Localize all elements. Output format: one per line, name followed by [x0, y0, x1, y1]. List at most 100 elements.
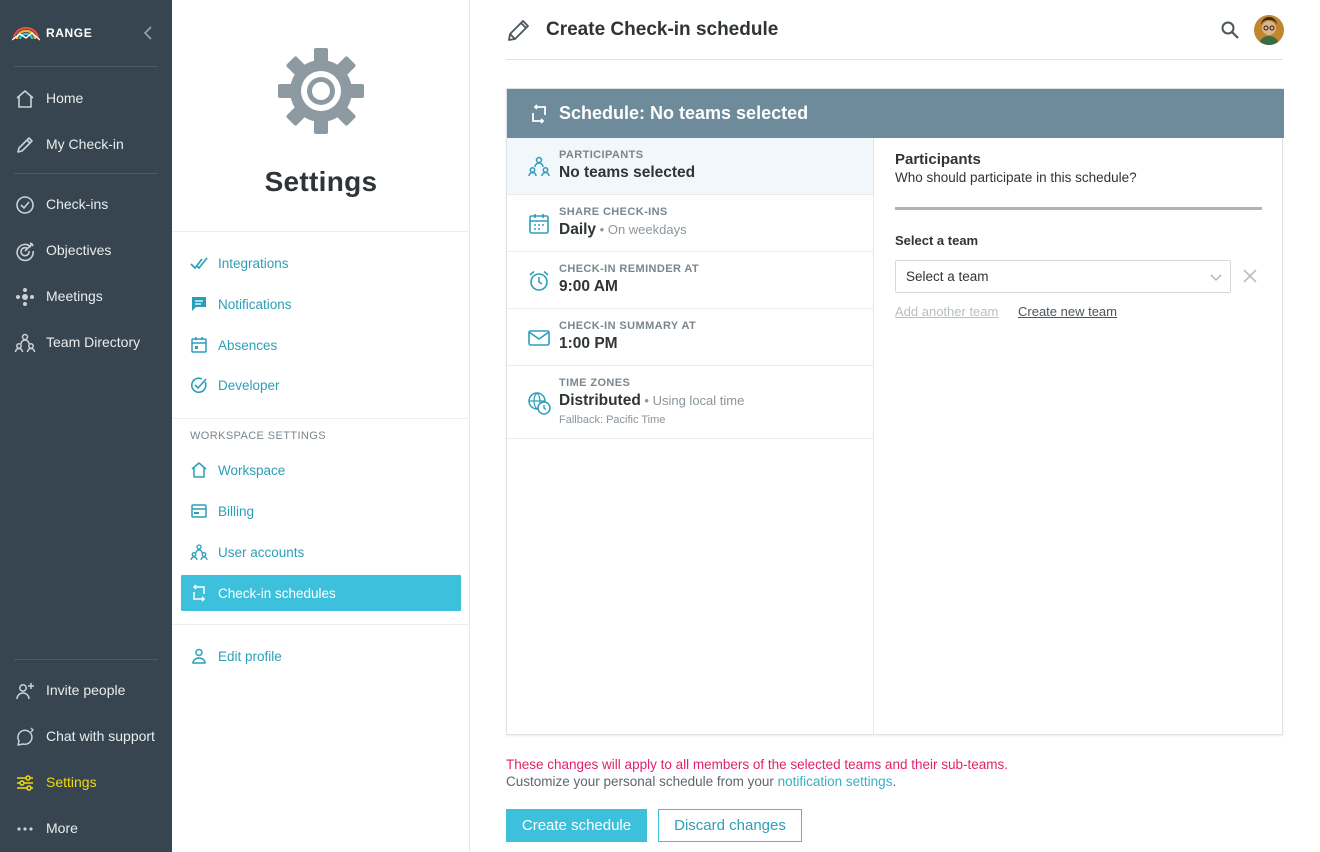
pencil-icon — [17, 137, 33, 153]
customize-info-text: Customize your personal schedule from yo… — [506, 774, 896, 789]
step-value: Distributed • Using local time — [559, 392, 744, 410]
collapse-sidebar-icon[interactable] — [140, 24, 156, 42]
step-caption: PARTICIPANTS — [559, 149, 644, 161]
nav-item-check-ins[interactable]: Check-ins — [0, 186, 172, 222]
sliders-icon — [17, 775, 33, 791]
discard-changes-button[interactable]: Discard changes — [658, 809, 802, 842]
schedule-banner-title: Schedule: No teams selected — [559, 103, 809, 123]
nav-item-objectives[interactable]: Objectives — [0, 232, 172, 268]
settings-item-label: Edit profile — [218, 648, 282, 664]
nav-item-label: Meetings — [46, 288, 103, 304]
team-select[interactable]: Select a team — [895, 260, 1231, 293]
nav-item-my-check-in[interactable]: My Check-in — [0, 126, 172, 162]
apply-warning-text: These changes will apply to all members … — [506, 757, 1008, 772]
nav-divider — [14, 66, 158, 67]
settings-item-label: Billing — [218, 503, 255, 519]
step-check-in-summary[interactable]: CHECK-IN SUMMARY AT 1:00 PM — [507, 309, 873, 366]
settings-title: Settings — [264, 166, 378, 197]
settings-item-label: Integrations — [218, 255, 289, 271]
target-icon — [16, 242, 34, 262]
nav-item-chat-with-support[interactable]: Chat with support — [0, 718, 172, 754]
settings-item-absences[interactable]: Absences — [181, 327, 461, 363]
step-check-in-reminder[interactable]: CHECK-IN REMINDER AT 9:00 AM — [507, 252, 873, 309]
nav-item-home[interactable]: Home — [0, 80, 172, 116]
settings-item-check-in-schedules[interactable]: Check-in schedules — [181, 575, 461, 611]
settings-item-user-accounts[interactable]: User accounts — [181, 534, 461, 570]
avatar-image-icon — [1254, 15, 1284, 45]
close-icon[interactable] — [1243, 269, 1257, 283]
nav-item-label: Objectives — [46, 242, 112, 258]
step-participants[interactable]: PARTICIPANTS No teams selected — [507, 138, 873, 195]
step-share-check-ins[interactable]: SHARE CHECK-INS Daily • On weekdays — [507, 195, 873, 252]
settings-item-billing[interactable]: Billing — [181, 493, 461, 529]
team-icon — [190, 544, 208, 561]
main-content: Create Check-in schedule Schedule: No te… — [470, 0, 1320, 852]
home-icon — [191, 462, 207, 478]
nav-item-label: More — [46, 820, 78, 836]
settings-item-integrations[interactable]: Integrations — [181, 245, 461, 281]
header-divider — [506, 59, 1283, 60]
settings-item-notifications[interactable]: Notifications — [181, 286, 461, 322]
participants-pane: Participants Who should participate in t… — [895, 138, 1263, 735]
settings-item-edit-profile[interactable]: Edit profile — [181, 638, 461, 674]
schedule-icon — [192, 584, 206, 602]
nav-item-settings[interactable]: Settings — [0, 764, 172, 800]
avatar[interactable] — [1254, 15, 1284, 45]
brand[interactable]: RANGE — [12, 22, 92, 44]
workspace-settings-heading: WORKSPACE SETTINGS — [190, 430, 326, 442]
step-caption: SHARE CHECK-INS — [559, 206, 668, 218]
step-value: 1:00 PM — [559, 335, 618, 352]
create-schedule-button[interactable]: Create schedule — [506, 809, 647, 842]
customize-info-suffix: . — [892, 774, 897, 789]
pane-title: Participants — [895, 151, 981, 168]
settings-divider — [172, 231, 470, 232]
schedule-steps: PARTICIPANTS No teams selected SHARE CHE… — [507, 138, 874, 735]
home-icon — [16, 90, 34, 108]
integrations-icon — [190, 257, 208, 270]
nav-divider — [14, 173, 158, 174]
step-caption: CHECK-IN SUMMARY AT — [559, 320, 697, 332]
settings-item-label: User accounts — [218, 544, 305, 560]
envelope-icon — [528, 330, 550, 346]
notification-settings-link[interactable]: notification settings — [778, 774, 893, 789]
settings-item-developer[interactable]: Developer — [181, 367, 461, 403]
schedule-banner: Schedule: No teams selected — [507, 89, 1284, 138]
alarm-icon — [529, 270, 549, 291]
settings-item-label: Notifications — [218, 296, 292, 312]
billing-icon — [191, 504, 207, 518]
create-new-team-link[interactable]: Create new team — [1018, 304, 1117, 319]
timezone-icon — [528, 392, 551, 415]
gear-icon — [278, 48, 364, 134]
chevron-down-icon — [1210, 274, 1222, 281]
person-icon — [192, 648, 206, 664]
nav-item-label: Team Directory — [46, 334, 141, 350]
nav-item-more[interactable]: More — [0, 810, 172, 846]
settings-panel: Settings Integrations Notifications Abse… — [172, 0, 470, 852]
select-team-label: Select a team — [895, 233, 979, 248]
nav-item-label: Invite people — [46, 682, 126, 698]
settings-item-workspace[interactable]: Workspace — [181, 452, 461, 488]
nav-item-label: Settings — [46, 774, 97, 790]
search-icon[interactable] — [1220, 20, 1240, 40]
settings-item-label: Check-in schedules — [218, 585, 336, 601]
brand-name: RANGE — [46, 26, 93, 40]
nav-item-meetings[interactable]: Meetings — [0, 278, 172, 314]
settings-divider — [172, 418, 470, 419]
schedule-card: Schedule: No teams selected PARTICIPANTS… — [506, 88, 1284, 735]
developer-icon — [191, 377, 207, 393]
calendar-icon — [529, 214, 549, 234]
pencil-icon — [508, 20, 529, 41]
settings-item-label: Developer — [218, 377, 280, 393]
team-select-value: Select a team — [906, 269, 989, 284]
nav-item-label: Chat with support — [46, 728, 155, 744]
meetings-icon — [16, 288, 34, 306]
pane-subtitle: Who should participate in this schedule? — [895, 170, 1137, 185]
nav-item-label: Home — [46, 90, 84, 106]
step-value: 9:00 AM — [559, 278, 618, 295]
pane-divider — [895, 207, 1262, 210]
step-time-zones[interactable]: TIME ZONES Distributed • Using local tim… — [507, 366, 873, 439]
invite-person-icon — [16, 683, 34, 700]
step-value-main: Distributed — [559, 392, 641, 409]
nav-item-team-directory[interactable]: Team Directory — [0, 324, 172, 360]
nav-item-invite-people[interactable]: Invite people — [0, 672, 172, 708]
